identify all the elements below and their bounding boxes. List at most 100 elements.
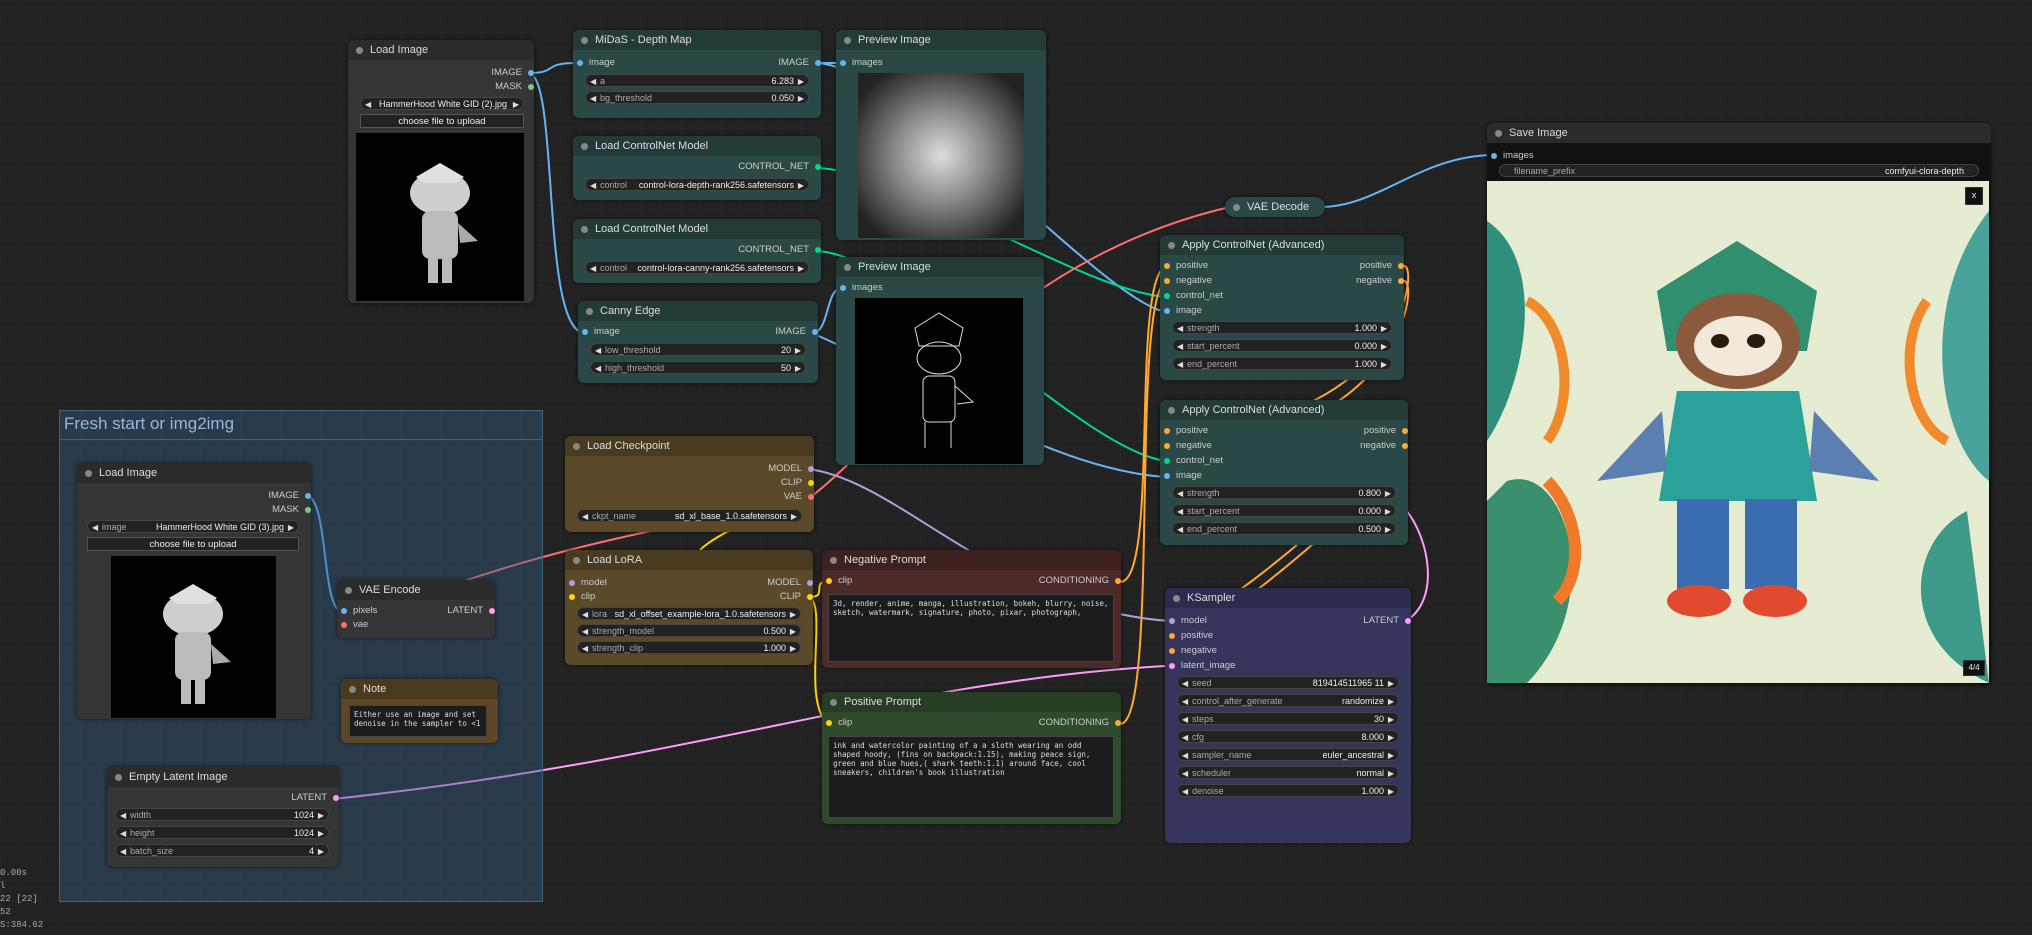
- output-positive[interactable]: positive: [1360, 259, 1404, 273]
- end-percent-widget[interactable]: ◀ end_percent 1.000 ▶: [1172, 357, 1392, 370]
- apply-controlnet-node-2[interactable]: Apply ControlNet (Advanced) positive neg…: [1160, 400, 1408, 545]
- load-image-node-2[interactable]: Load Image IMAGE MASK ◀ image HammerHood W…: [77, 463, 311, 719]
- input-clip[interactable]: clip: [826, 716, 852, 730]
- image-select[interactable]: ◀ image HammerHood White GID (3).jpg ▶: [87, 520, 299, 533]
- input-negative[interactable]: negative: [1169, 644, 1217, 658]
- filename-prefix-input[interactable]: filename_prefix comfyui-clora-depth: [1499, 164, 1979, 177]
- positive-prompt-text[interactable]: ink and watercolor painting of a a sloth…: [828, 736, 1114, 818]
- output-latent[interactable]: LATENT: [1363, 614, 1411, 628]
- input-image[interactable]: image: [582, 325, 620, 339]
- output-image[interactable]: IMAGE: [775, 325, 818, 339]
- close-button[interactable]: x: [1965, 187, 1983, 205]
- load-checkpoint-node[interactable]: Load Checkpoint MODEL CLIP VAE ◀ ckpt_nam…: [565, 436, 814, 532]
- steps-widget[interactable]: ◀ steps 30 ▶: [1177, 712, 1399, 725]
- low-threshold-widget[interactable]: ◀ low_threshold 20 ▶: [590, 343, 806, 356]
- output-control-net[interactable]: CONTROL_NET: [738, 160, 821, 174]
- start-percent-widget[interactable]: ◀ start_percent 0.000 ▶: [1172, 504, 1396, 517]
- output-image[interactable]: IMAGE: [778, 56, 821, 70]
- output-negative[interactable]: negative: [1356, 274, 1404, 288]
- note-text[interactable]: Either use an image and set denoise in t…: [349, 705, 487, 737]
- input-images[interactable]: images: [840, 56, 883, 70]
- input-positive[interactable]: positive: [1164, 424, 1208, 438]
- input-negative[interactable]: negative: [1164, 274, 1212, 288]
- upload-button[interactable]: choose file to upload: [87, 537, 299, 551]
- strength-clip-widget[interactable]: ◀ strength_clip 1.000 ▶: [577, 641, 801, 654]
- note-node[interactable]: Note Either use an image and set denoise…: [341, 679, 498, 743]
- negative-prompt-text[interactable]: 3d, render, anime, manga, illustration, …: [828, 594, 1114, 662]
- output-model[interactable]: MODEL: [768, 462, 814, 476]
- width-widget[interactable]: ◀ width 1024 ▶: [115, 808, 329, 821]
- output-latent[interactable]: LATENT: [447, 604, 495, 618]
- midas-depth-node[interactable]: MiDaS - Depth Map image IMAGE ◀ a 6.283 ▶ ◀…: [573, 30, 821, 118]
- input-negative[interactable]: negative: [1164, 439, 1212, 453]
- sampler-name-widget[interactable]: ◀ sampler_name euler_ancestral ▶: [1177, 748, 1399, 761]
- bg-threshold-widget[interactable]: ◀ bg_threshold 0.050 ▶: [585, 91, 809, 104]
- input-images[interactable]: images: [1491, 149, 1534, 163]
- input-latent-image[interactable]: latent_image: [1169, 659, 1235, 673]
- batch-size-widget[interactable]: ◀ batch_size 4 ▶: [115, 844, 329, 857]
- end-percent-widget[interactable]: ◀ end_percent 0.500 ▶: [1172, 522, 1396, 535]
- start-percent-widget[interactable]: ◀ start_percent 0.000 ▶: [1172, 339, 1392, 352]
- load-controlnet-node-1[interactable]: Load ControlNet Model CONTROL_NET ◀ contr…: [573, 136, 821, 200]
- output-model[interactable]: MODEL: [767, 576, 813, 590]
- negative-prompt-node[interactable]: Negative Prompt clip CONDITIONING 3d, re…: [822, 550, 1121, 668]
- strength-widget[interactable]: ◀ strength 1.000 ▶: [1172, 321, 1392, 334]
- input-images[interactable]: images: [840, 281, 883, 295]
- high-threshold-widget[interactable]: ◀ high_threshold 50 ▶: [590, 361, 806, 374]
- output-negative[interactable]: negative: [1360, 439, 1408, 453]
- apply-controlnet-node-1[interactable]: Apply ControlNet (Advanced) positive neg…: [1160, 235, 1404, 380]
- height-widget[interactable]: ◀ height 1024 ▶: [115, 826, 329, 839]
- output-mask[interactable]: MASK: [272, 503, 311, 517]
- input-control-net[interactable]: control_net: [1164, 454, 1223, 468]
- preview-image-node-2[interactable]: Preview Image images: [836, 257, 1044, 465]
- save-image-node[interactable]: Save Image images filename_prefix comfyui…: [1487, 123, 1991, 685]
- control-after-generate-widget[interactable]: ◀ control_after_generate randomize ▶: [1177, 694, 1399, 707]
- vae-decode-node[interactable]: VAE Decode: [1225, 197, 1325, 217]
- a-widget[interactable]: ◀ a 6.283 ▶: [585, 74, 809, 87]
- positive-prompt-node[interactable]: Positive Prompt clip CONDITIONING ink an…: [822, 692, 1121, 824]
- ckpt-name-select[interactable]: ◀ ckpt_name sd_xl_base_1.0.safetensors ▶: [577, 509, 802, 522]
- input-pixels[interactable]: pixels: [341, 604, 377, 618]
- load-lora-node[interactable]: Load LoRA model clip MODEL CLIP ◀ lora sd_…: [565, 550, 813, 665]
- strength-model-widget[interactable]: ◀ strength_model 0.500 ▶: [577, 624, 801, 637]
- output-vae[interactable]: VAE: [784, 490, 814, 504]
- input-vae[interactable]: vae: [341, 618, 368, 632]
- input-positive[interactable]: positive: [1169, 629, 1213, 643]
- empty-latent-node[interactable]: Empty Latent Image LATENT ◀ width 1024 ▶ ◀ h…: [107, 767, 339, 867]
- output-image[interactable]: IMAGE: [268, 489, 311, 503]
- image-select[interactable]: ◀ HammerHood White GID (2).jpg ▶: [360, 97, 524, 110]
- input-image[interactable]: image: [1164, 469, 1202, 483]
- output-clip[interactable]: CLIP: [781, 476, 814, 490]
- ksampler-node[interactable]: KSampler model positive negative latent_…: [1165, 588, 1411, 843]
- scheduler-widget[interactable]: ◀ scheduler normal ▶: [1177, 766, 1399, 779]
- strength-widget[interactable]: ◀ strength 0.800 ▶: [1172, 486, 1396, 499]
- output-image[interactable]: IMAGE: [491, 66, 534, 80]
- canny-edge-node[interactable]: Canny Edge image IMAGE ◀ low_threshold 20 ▶…: [578, 301, 818, 383]
- input-control-net[interactable]: control_net: [1164, 289, 1223, 303]
- input-model[interactable]: model: [1169, 614, 1207, 628]
- output-mask[interactable]: MASK: [495, 80, 534, 94]
- load-controlnet-node-2[interactable]: Load ControlNet Model CONTROL_NET ◀ contr…: [573, 219, 821, 283]
- output-conditioning[interactable]: CONDITIONING: [1039, 716, 1121, 730]
- output-control-net[interactable]: CONTROL_NET: [738, 243, 821, 257]
- input-positive[interactable]: positive: [1164, 259, 1208, 273]
- input-model[interactable]: model: [569, 576, 607, 590]
- control-net-select[interactable]: ◀ control control-lora-depth-rank256.safet…: [585, 178, 809, 191]
- input-clip[interactable]: clip: [569, 590, 595, 604]
- input-clip[interactable]: clip: [826, 574, 852, 588]
- upload-button[interactable]: choose file to upload: [360, 114, 524, 128]
- output-latent[interactable]: LATENT: [291, 791, 339, 805]
- denoise-widget[interactable]: ◀ denoise 1.000 ▶: [1177, 784, 1399, 797]
- output-conditioning[interactable]: CONDITIONING: [1039, 574, 1121, 588]
- cfg-widget[interactable]: ◀ cfg 8.000 ▶: [1177, 730, 1399, 743]
- preview-image-node-1[interactable]: Preview Image images: [836, 30, 1046, 240]
- lora-name-select[interactable]: ◀ lora sd_xl_offset_example-lora_1.0.safet…: [577, 607, 801, 620]
- vae-encode-node[interactable]: VAE Encode pixels vae LATENT: [337, 580, 495, 638]
- control-net-select[interactable]: ◀ control control-lora-canny-rank256.safet…: [585, 261, 809, 274]
- load-image-node-1[interactable]: Load Image IMAGE MASK ◀ HammerHood White …: [348, 40, 534, 303]
- output-clip[interactable]: CLIP: [780, 590, 813, 604]
- seed-widget[interactable]: ◀ seed 819414511965 11 ▶: [1177, 676, 1399, 689]
- output-positive[interactable]: positive: [1364, 424, 1408, 438]
- input-image[interactable]: image: [577, 56, 615, 70]
- input-image[interactable]: image: [1164, 304, 1202, 318]
